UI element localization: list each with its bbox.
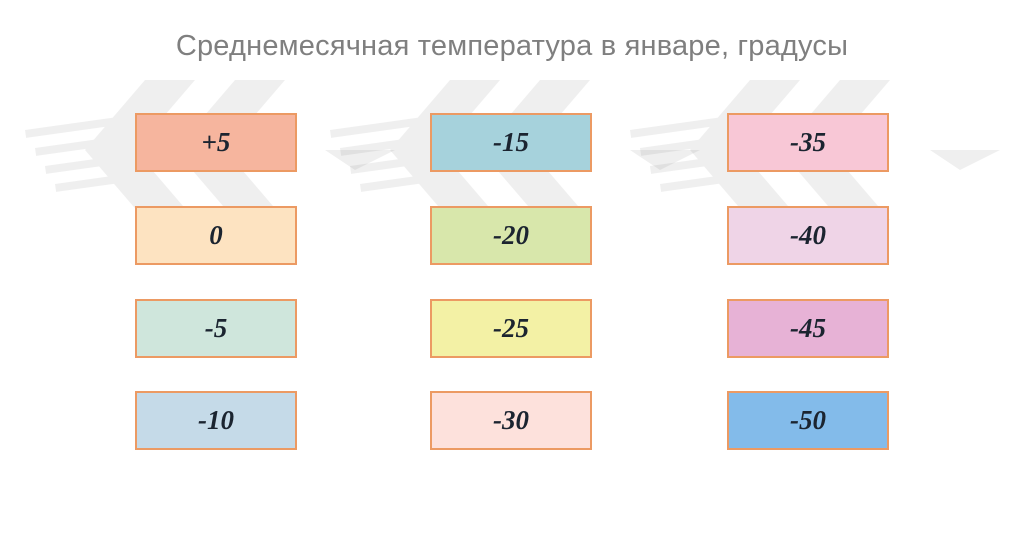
legend-swatch: -35	[727, 113, 889, 172]
legend-swatch: -15	[430, 113, 592, 172]
legend-swatch: +5	[135, 113, 297, 172]
legend-label: -30	[493, 405, 529, 435]
legend-swatch: -25	[430, 299, 592, 358]
legend-swatch: -50	[727, 391, 889, 450]
legend-swatch: 0	[135, 206, 297, 265]
legend-label: -40	[790, 220, 826, 250]
legend-swatch: -40	[727, 206, 889, 265]
legend-label: -50	[790, 405, 826, 435]
legend-label: +5	[201, 127, 231, 157]
legend-label: -10	[198, 405, 234, 435]
legend-swatch: -45	[727, 299, 889, 358]
legend-swatch: -10	[135, 391, 297, 450]
legend-label: -35	[790, 127, 826, 157]
legend-swatch: -20	[430, 206, 592, 265]
legend-label: -25	[493, 313, 529, 343]
legend-label: -20	[493, 220, 529, 250]
legend-swatch: -30	[430, 391, 592, 450]
legend-title: Среднемесячная температура в январе, гра…	[175, 30, 849, 62]
legend-label: 0	[209, 220, 223, 250]
legend-label: -5	[204, 313, 228, 343]
legend-label: -45	[790, 313, 826, 343]
legend-swatch: -5	[135, 299, 297, 358]
legend-label: -15	[493, 127, 529, 157]
